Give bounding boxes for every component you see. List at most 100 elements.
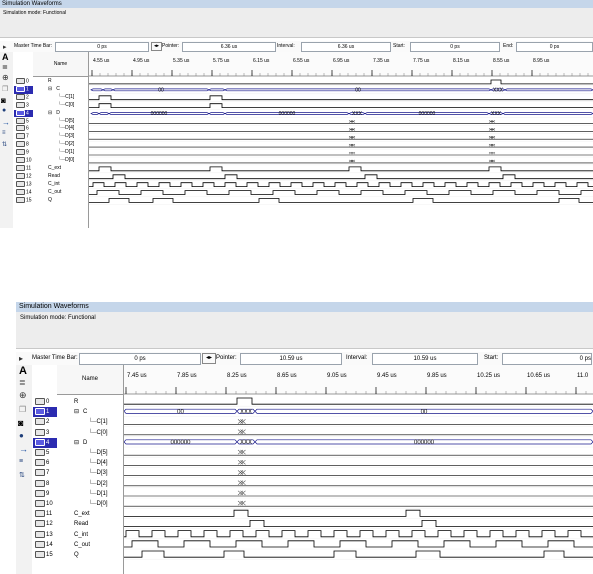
signal-number-2[interactable]: 2 [14, 93, 33, 102]
grid-icon[interactable]: ≣ [19, 378, 26, 387]
signal-name-c0[interactable]: └─C[0] [58, 102, 74, 110]
time-ruler[interactable] [89, 52, 593, 76]
master-time-bar-field[interactable]: 0 ps [79, 353, 201, 365]
signal-number-11[interactable]: 11 [14, 164, 33, 173]
signal-number-14[interactable]: 14 [33, 540, 57, 550]
pointer-field[interactable]: 6.36 us [182, 42, 276, 52]
time-ruler[interactable] [124, 365, 593, 394]
signal-number-12[interactable]: 12 [33, 519, 57, 529]
overwrite-icon[interactable]: ≡ [19, 458, 23, 465]
signal-number-9[interactable]: 9 [14, 149, 33, 157]
expand-collapse-icon[interactable]: ⊟ [74, 440, 79, 446]
arrow-pointer-icon[interactable]: ▸ [19, 354, 23, 363]
pointer-field[interactable]: 10.59 us [240, 353, 342, 365]
signal-number-7[interactable]: 7 [33, 468, 57, 478]
signal-name-c_ext[interactable]: C_ext [74, 509, 90, 519]
signal-number-7[interactable]: 7 [14, 133, 33, 141]
start-field[interactable]: 0 ps [410, 42, 500, 52]
expand-collapse-icon[interactable]: ⊟ [48, 110, 52, 116]
signal-number-0[interactable]: 0 [33, 397, 57, 407]
signal-number-8[interactable]: 8 [14, 141, 33, 149]
signal-name-c1[interactable]: └─C[1] [58, 94, 74, 102]
signal-name-d[interactable]: ⊟ D [74, 438, 87, 448]
zoom-icon[interactable]: ⊕ [19, 390, 27, 401]
signal-name-c_int[interactable]: C_int [74, 530, 88, 540]
signal-number-9[interactable]: 9 [33, 489, 57, 499]
signal-name-c_int[interactable]: C_int [48, 181, 60, 189]
signal-name-r[interactable]: R [74, 397, 78, 407]
binoculars-icon[interactable]: ◙ [18, 418, 23, 428]
copy-icon[interactable]: ❐ [2, 85, 8, 93]
replace-icon[interactable]: → [2, 118, 10, 127]
signal-number-1[interactable]: 1 [14, 85, 33, 94]
signal-number-12[interactable]: 12 [14, 172, 33, 181]
signal-number-15[interactable]: 15 [14, 196, 33, 205]
signal-number-3[interactable]: 3 [33, 428, 57, 438]
arrow-pointer-icon[interactable]: ▸ [3, 43, 7, 51]
waveform-canvas[interactable]: 7.45 us 7.85 us 8.25 us 8.65 us 9.05 us 9.45 … [124, 365, 593, 574]
signal-number-10[interactable]: 10 [14, 157, 33, 165]
signal-name-q[interactable]: Q [74, 550, 79, 560]
signal-number-5[interactable]: 5 [33, 448, 57, 458]
signal-name-d0[interactable]: └─D[0] [58, 157, 74, 165]
signal-number-11[interactable]: 11 [33, 509, 57, 519]
signal-number-6[interactable]: 6 [14, 125, 33, 133]
text-tool-icon[interactable]: A [2, 52, 9, 62]
signal-number-5[interactable]: 5 [14, 117, 33, 126]
signal-name-c0[interactable]: └─C[0] [88, 428, 108, 438]
signal-number-4[interactable]: 4 [14, 109, 33, 118]
signal-number-13[interactable]: 13 [14, 180, 33, 189]
grid-icon[interactable]: ≣ [2, 63, 8, 71]
signal-name-d1[interactable]: └─D[1] [88, 489, 108, 499]
binoculars-icon[interactable]: ◙ [1, 96, 6, 105]
signal-number-13[interactable]: 13 [33, 530, 57, 540]
signal-name-q[interactable]: Q [48, 197, 52, 205]
interval-field[interactable]: 6.36 us [301, 42, 391, 52]
start-field[interactable]: 0 ps [502, 353, 592, 365]
signal-number-10[interactable]: 10 [33, 499, 57, 509]
zoom-icon[interactable]: ⊕ [2, 73, 9, 82]
signal-name-d0[interactable]: └─D[0] [88, 499, 108, 509]
signal-number-14[interactable]: 14 [14, 188, 33, 197]
signal-name-r[interactable]: R [48, 78, 52, 86]
signal-name-c[interactable]: ⊟ C [74, 407, 87, 417]
signal-number-0[interactable]: 0 [14, 78, 33, 86]
overwrite-icon[interactable]: ≡ [2, 130, 6, 136]
signal-name-c1[interactable]: └─C[1] [88, 417, 108, 427]
end-field[interactable]: 0 ps [516, 42, 593, 52]
signal-name-c_out[interactable]: C_out [74, 540, 90, 550]
sort-icon[interactable]: ⇅ [2, 141, 7, 148]
node-icon[interactable]: ● [2, 107, 6, 114]
signal-name-d2[interactable]: └─D[2] [88, 479, 108, 489]
signal-name-d3[interactable]: └─D[3] [58, 133, 74, 141]
signal-name-read[interactable]: Read [48, 173, 60, 181]
signal-number-8[interactable]: 8 [33, 479, 57, 489]
waveform-canvas[interactable]: 4.55 us 4.95 us 5.35 us 5.75 us 6.15 us 6.55 … [89, 52, 593, 228]
sort-icon[interactable]: ⇅ [19, 471, 25, 479]
signal-number-3[interactable]: 3 [14, 101, 33, 110]
signal-name-d3[interactable]: └─D[3] [88, 468, 108, 478]
pointer-stepper-icon[interactable]: ◂▸ [151, 42, 162, 51]
signal-number-2[interactable]: 2 [33, 417, 57, 427]
signal-name-d1[interactable]: └─D[1] [58, 149, 74, 157]
signal-number-6[interactable]: 6 [33, 458, 57, 468]
signal-number-15[interactable]: 15 [33, 550, 57, 560]
signal-name-c_ext[interactable]: C_ext [48, 165, 61, 173]
signal-name-c_out[interactable]: C_out [48, 189, 61, 197]
interval-field[interactable]: 10.59 us [372, 353, 478, 365]
copy-icon[interactable]: ❐ [19, 405, 26, 414]
expand-collapse-icon[interactable]: ⊟ [48, 86, 52, 92]
signal-name-c[interactable]: ⊟ C [48, 86, 60, 94]
signal-name-d5[interactable]: └─D[5] [88, 448, 108, 458]
signal-name-read[interactable]: Read [74, 519, 88, 529]
expand-collapse-icon[interactable]: ⊟ [74, 409, 79, 415]
pointer-stepper-icon[interactable]: ◂▸ [202, 353, 216, 364]
signal-name-d2[interactable]: └─D[2] [58, 141, 74, 149]
replace-icon[interactable]: → [19, 444, 28, 454]
node-icon[interactable]: ● [19, 431, 24, 440]
master-time-bar-field[interactable]: 0 ps [55, 42, 149, 52]
signal-name-d[interactable]: ⊟ D [48, 110, 60, 118]
text-tool-icon[interactable]: A [19, 365, 27, 377]
signal-number-1[interactable]: 1 [33, 407, 57, 418]
signal-number-4[interactable]: 4 [33, 437, 57, 448]
